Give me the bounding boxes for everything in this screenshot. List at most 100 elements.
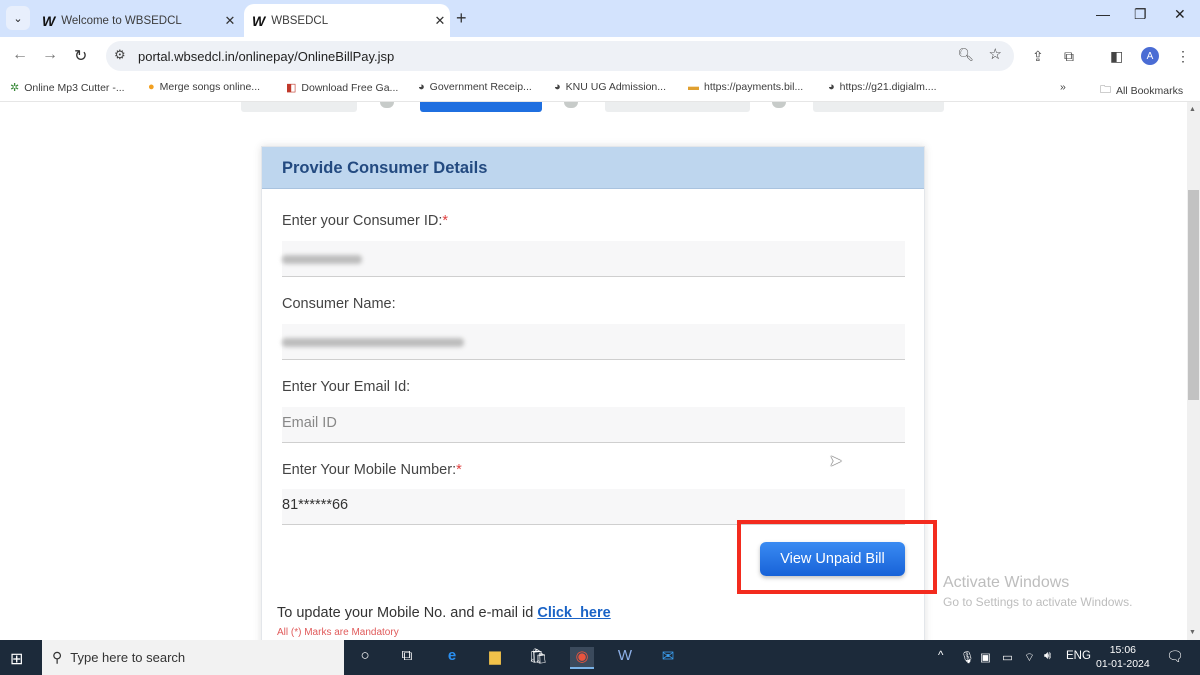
email-input[interactable]: Email ID [282,407,905,443]
word-icon[interactable]: W [613,647,637,669]
update-contact-text: To update your Mobile No. and e-mail id … [277,605,611,621]
file-explorer-icon[interactable]: ▆ [483,647,507,669]
scroll-up-arrow-icon[interactable]: ▲ [1189,106,1196,113]
microphone-icon[interactable]: 🎙︎ [960,650,975,664]
site-info-icon[interactable]: ⚙ [114,47,126,63]
restore-button[interactable]: ❐ [1134,6,1147,23]
browser-tab-strip: ⌄ W Welcome to WBSEDCL ✕ W WBSEDCL ✕ + —… [0,0,1200,37]
update-text: To update your Mobile No. and e-mail id [277,605,538,621]
clock-date: 01-01-2024 [1096,658,1150,670]
highlight-annotation-box [737,520,937,594]
bookmark-label: https://g21.digialm.... [839,81,937,93]
bookmark-item[interactable]: ● Merge songs online... [148,81,260,93]
consumer-name-label: Consumer Name: [282,296,396,312]
bookmark-star-icon[interactable]: ☆ [989,45,1002,63]
windows-start-icon[interactable]: ⊞ [10,649,23,669]
bookmark-item[interactable]: ▬ https://payments.bil... [688,81,803,93]
edge-icon[interactable]: e [440,647,464,669]
consumer-id-label-text: Enter your Consumer ID: [282,213,443,229]
tab-wbsedcl[interactable]: W WBSEDCL ✕ [244,4,450,37]
download-games-icon: ◧ [286,82,297,94]
folder-icon: 🗀 [1100,84,1111,96]
watermark-line1: Activate Windows [943,574,1070,591]
cortana-icon[interactable]: ○ [353,647,377,669]
minimize-button[interactable]: — [1096,6,1110,22]
volume-icon[interactable]: 🔊︎ [1044,650,1051,663]
show-hidden-icons-chevron[interactable]: ^ [938,650,943,662]
browser-toolbar: ← → ↻ ⚙ portal.wbsedcl.in/onlinepay/Onli… [0,37,1200,75]
all-bookmarks-label: All Bookmarks [1116,84,1184,97]
wifi-icon[interactable]: ⌔ [1024,650,1035,665]
mobile-label-text: Enter Your Mobile Number: [282,462,457,478]
url-text[interactable]: portal.wbsedcl.in/onlinepay/OnlineBillPa… [138,49,394,64]
chrome-icon[interactable]: ◉ [570,647,594,669]
consumer-name-input[interactable] [282,324,905,360]
bookmark-label: Government Receip... [429,81,532,93]
activate-windows-watermark: Activate Windows Go to Settings to activ… [943,574,1132,609]
bookmark-item[interactable]: ◕ Government Receip... [418,81,532,93]
progress-step-active [420,102,542,112]
bookmark-label: Merge songs online... [159,81,261,93]
card-title: Provide Consumer Details [262,147,924,189]
address-bar[interactable]: ⚙ portal.wbsedcl.in/onlinepay/OnlineBill… [106,41,1014,71]
close-tab-icon[interactable]: ✕ [220,13,240,29]
back-button[interactable]: ← [12,46,28,64]
close-window-button[interactable]: ✕ [1174,6,1186,23]
bookmark-label: Online Mp3 Cutter -... [24,81,125,94]
search-icon: ⚲ [52,649,63,665]
bookmark-item[interactable]: ◕ https://g21.digialm.... [828,81,937,93]
notification-center-icon[interactable]: 🗨︎ [1166,648,1184,665]
side-panel-icon[interactable]: ◧ [1110,48,1123,65]
bookmark-label: https://payments.bil... [704,81,804,93]
consumer-id-input[interactable] [282,241,905,277]
page-scrollbar[interactable]: ▲ ▼ [1187,102,1200,640]
mandatory-note: All (*) Marks are Mandatory [277,627,399,638]
reload-button[interactable]: ↻ [74,46,87,66]
tab-title: WBSEDCL [271,14,329,27]
battery-icon[interactable]: ▭ [1002,650,1013,664]
merge-songs-icon: ● [148,81,155,93]
bookmarks-bar: ✲ Online Mp3 Cutter -... ● Merge songs onl… [0,75,1200,102]
taskbar-search-placeholder: Type here to search [70,650,186,665]
tab-search-dropdown[interactable]: ⌄ [6,6,30,30]
globe-icon: ◕ [418,81,425,93]
taskbar-search[interactable]: ⚲ Type here to search [42,640,344,675]
zoom-icon[interactable]: 🔍︎ [957,47,974,63]
tab-welcome-wbsedcl[interactable]: W Welcome to WBSEDCL ✕ [34,4,240,37]
step-dot [772,102,786,108]
step-dot [564,102,578,108]
extensions-puzzle-icon[interactable]: ⧉ [1064,48,1074,65]
menu-kebab-icon[interactable]: ⋮ [1176,48,1190,65]
progress-step [813,102,944,112]
page-content: Provide Consumer Details Enter your Cons… [0,102,1187,640]
watermark-line2: Go to Settings to activate Windows. [943,595,1133,609]
mail-icon[interactable]: ✉ [656,647,680,669]
taskbar-clock[interactable]: 15:06 01-01-2024 [1096,643,1150,671]
forward-button[interactable]: → [42,46,58,64]
mouse-cursor-icon: ➤ [829,453,843,470]
step-dot [380,102,394,108]
screen-recorder-icon[interactable]: ▣ [980,650,991,664]
language-indicator[interactable]: ENG [1066,650,1091,662]
mp3-cutter-icon: ✲ [10,82,20,94]
bookmarks-overflow-button[interactable]: » [1060,81,1066,93]
extension-icon[interactable]: ⇪ [1032,48,1044,65]
close-tab-icon[interactable]: ✕ [430,13,450,29]
click-here-link[interactable]: Click_here [537,605,610,621]
mobile-label: Enter Your Mobile Number:* [282,462,462,478]
tab-title: Welcome to WBSEDCL [61,14,182,27]
bookmark-item[interactable]: ◕ KNU UG Admission... [554,81,666,93]
windows-taskbar: ⊞ ⚲ Type here to search ○ ⧉ e ▆ 🛍︎ ◉ W ✉… [0,640,1200,675]
scroll-down-arrow-icon[interactable]: ▼ [1189,629,1196,636]
globe-icon: ◕ [828,81,835,93]
bookmark-label: Download Free Ga... [301,81,399,94]
profile-avatar[interactable]: A [1141,47,1159,65]
new-tab-button[interactable]: + [456,8,467,29]
store-icon[interactable]: 🛍︎ [526,647,550,669]
bookmark-item[interactable]: ✲ Online Mp3 Cutter -... [10,81,125,95]
task-view-icon[interactable]: ⧉ [395,647,419,669]
all-bookmarks-button[interactable]: 🗀 All Bookmarks [1100,81,1183,100]
scrollbar-thumb[interactable] [1188,190,1199,400]
bookmark-item[interactable]: ◧ Download Free Ga... [286,81,399,95]
bookmark-label: KNU UG Admission... [565,81,667,93]
